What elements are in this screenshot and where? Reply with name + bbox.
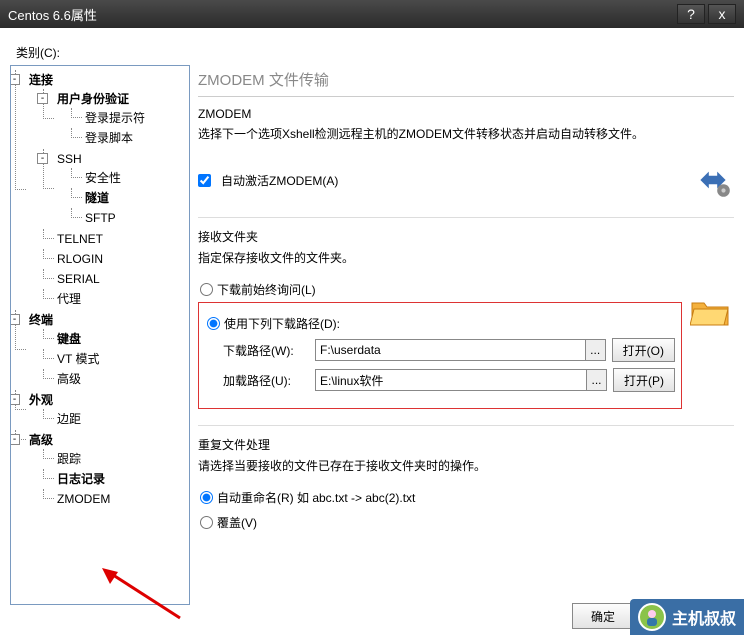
upload-path-input[interactable] <box>316 370 586 390</box>
category-label: 类别(C): <box>16 44 734 61</box>
dup-desc: 请选择当要接收的文件已存在于接收文件夹时的操作。 <box>198 457 734 475</box>
ok-button[interactable]: 确定 <box>572 603 634 629</box>
category-tree[interactable]: -连接 -用户身份验证 登录提示符 登录脚本 -SSH 安全性 隧道 <box>10 65 190 605</box>
tree-trace[interactable]: 跟踪 <box>57 452 81 466</box>
radio-ask-label: 下载前始终询问(L) <box>217 281 316 298</box>
upload-path-label: 加载路径(U): <box>205 372 315 389</box>
download-path-input[interactable] <box>316 340 585 360</box>
zmodem-desc: 选择下一个选项Xshell检测远程主机的ZMODEM文件转移状态并启动自动转移文… <box>198 125 734 143</box>
auto-activate-label: 自动激活ZMODEM(A) <box>221 172 338 189</box>
browse-download-button[interactable]: ... <box>585 340 605 360</box>
tree-advanced[interactable]: 高级 <box>29 433 53 447</box>
radio-use-path-label: 使用下列下载路径(D): <box>224 315 340 332</box>
expand-icon[interactable]: - <box>10 434 20 445</box>
expand-icon[interactable]: - <box>37 153 48 164</box>
tree-telnet[interactable]: TELNET <box>57 232 103 246</box>
tree-connect[interactable]: 连接 <box>29 73 53 87</box>
tree-appearance[interactable]: 外观 <box>29 393 53 407</box>
radio-use-path[interactable] <box>207 317 220 330</box>
brand-text: 主机叔叔 <box>672 605 736 629</box>
open-download-button[interactable]: 打开(O) <box>612 338 675 362</box>
path-highlight-box: 使用下列下载路径(D): 下载路径(W): ... 打开(O) 加载路径(U): <box>198 302 682 409</box>
tree-ssh[interactable]: SSH <box>57 152 82 166</box>
dialog-body: 类别(C): -连接 -用户身份验证 登录提示符 登录脚本 -SSH <box>0 28 744 637</box>
brand-avatar-icon <box>638 603 666 631</box>
tree-tunnel[interactable]: 隧道 <box>85 191 109 205</box>
tree-zmodem[interactable]: ZMODEM <box>57 492 110 506</box>
titlebar: Centos 6.6属性 ? x <box>0 0 744 28</box>
radio-ask[interactable] <box>200 283 213 296</box>
auto-activate-checkbox[interactable] <box>198 174 211 187</box>
tree-serial[interactable]: SERIAL <box>57 272 100 286</box>
tree-margin[interactable]: 边距 <box>57 412 81 426</box>
zmodem-title: ZMODEM <box>198 107 734 121</box>
radio-auto-rename-label: 自动重命名(R) 如 abc.txt -> abc(2).txt <box>217 489 415 506</box>
tree-security[interactable]: 安全性 <box>85 171 121 185</box>
tree-sftp[interactable]: SFTP <box>85 211 116 225</box>
tree-log[interactable]: 日志记录 <box>57 472 105 486</box>
tree-keyboard[interactable]: 键盘 <box>57 332 81 346</box>
dup-title: 重复文件处理 <box>198 436 734 453</box>
tree-loginprompt[interactable]: 登录提示符 <box>85 111 145 125</box>
tree-rlogin[interactable]: RLOGIN <box>57 252 103 266</box>
settings-panel: ZMODEM 文件传输 ZMODEM 选择下一个选项Xshell检测远程主机的Z… <box>198 65 734 605</box>
download-path-label: 下载路径(W): <box>205 342 315 359</box>
tree-terminal[interactable]: 终端 <box>29 313 53 327</box>
recv-desc: 指定保存接收文件的文件夹。 <box>198 249 734 267</box>
watermark-brand: 主机叔叔 <box>630 599 744 635</box>
expand-icon[interactable]: - <box>37 93 48 104</box>
expand-icon[interactable]: - <box>10 314 20 325</box>
expand-icon[interactable]: - <box>10 74 20 85</box>
radio-overwrite-label: 覆盖(V) <box>217 514 257 531</box>
radio-overwrite[interactable] <box>200 516 213 529</box>
tree-vtmode[interactable]: VT 模式 <box>57 352 99 366</box>
radio-auto-rename[interactable] <box>200 491 213 504</box>
browse-upload-button[interactable]: ... <box>586 370 606 390</box>
dialog-buttons: 确定 <box>572 603 634 629</box>
tree-loginscript[interactable]: 登录脚本 <box>85 131 133 145</box>
open-upload-button[interactable]: 打开(P) <box>613 368 675 392</box>
help-button[interactable]: ? <box>677 4 705 24</box>
tree-advanced-t[interactable]: 高级 <box>57 372 81 386</box>
expand-icon[interactable]: - <box>10 394 20 405</box>
transfer-icon <box>692 159 734 201</box>
window-title: Centos 6.6属性 <box>8 5 674 24</box>
close-button[interactable]: x <box>708 4 736 24</box>
tree-userauth[interactable]: 用户身份验证 <box>57 92 129 106</box>
folder-icon <box>690 297 730 332</box>
recv-title: 接收文件夹 <box>198 228 734 245</box>
panel-header: ZMODEM 文件传输 <box>198 65 734 97</box>
tree-proxy[interactable]: 代理 <box>57 292 81 306</box>
